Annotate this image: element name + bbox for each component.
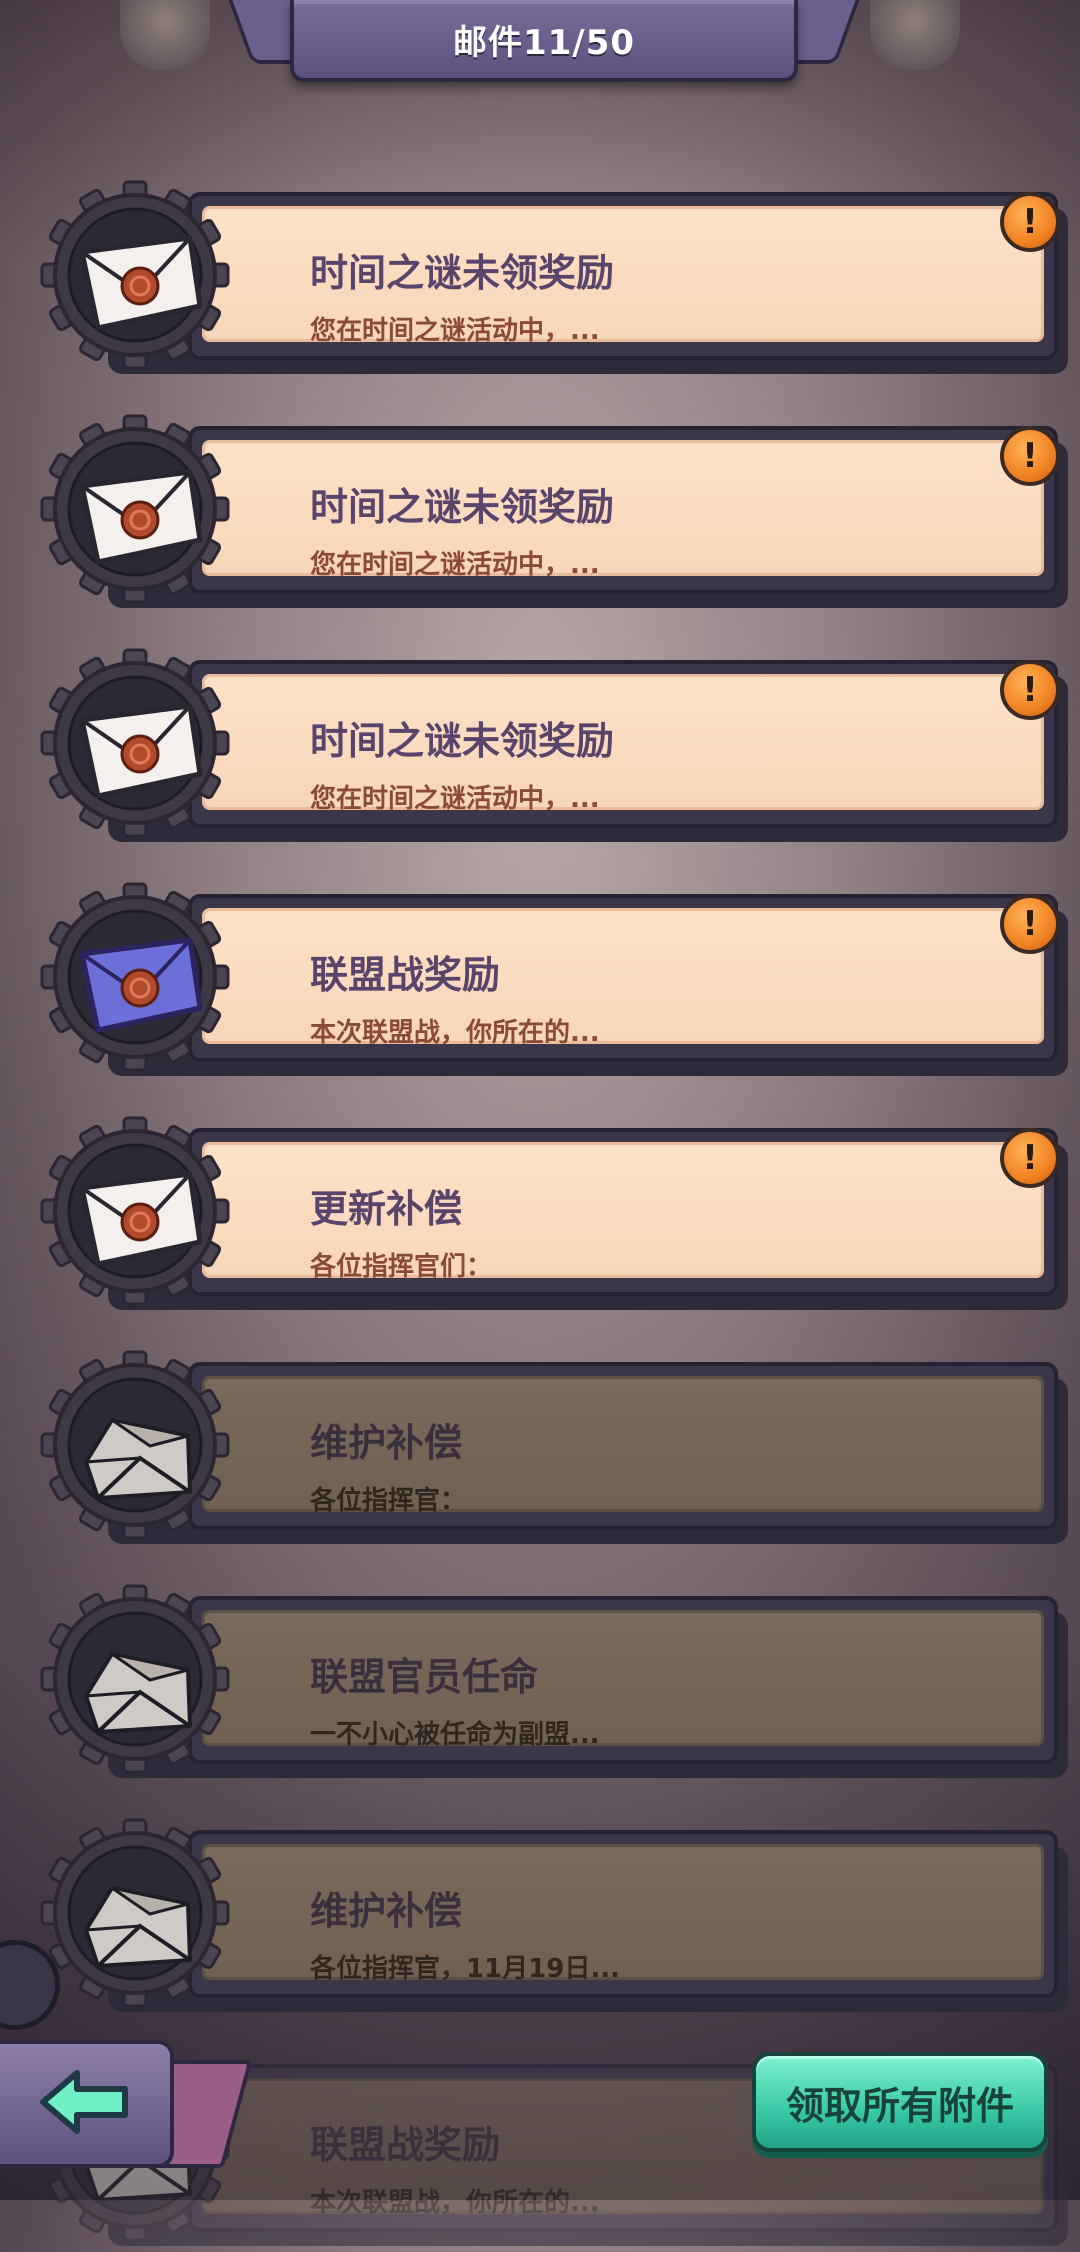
unclaimed-alert-icon: ! bbox=[1000, 192, 1060, 252]
mail-title: 联盟战奖励 bbox=[310, 2123, 501, 2167]
mail-preview: 本次联盟战，你所在的... bbox=[310, 1018, 600, 1048]
mail-title: 联盟官员任命 bbox=[310, 1655, 539, 1699]
mail-title: 时间之谜未领奖励 bbox=[310, 485, 615, 529]
mail-title: 联盟战奖励 bbox=[310, 953, 501, 997]
unclaimed-alert-icon: ! bbox=[1000, 426, 1060, 486]
mail-item[interactable]: 维护补偿 各位指挥官： bbox=[40, 1350, 1068, 1550]
mail-preview: 各位指挥官，11月19日... bbox=[310, 1954, 620, 1984]
back-button[interactable] bbox=[0, 2040, 174, 2168]
mail-preview: 本次联盟战，你所在的... bbox=[310, 2188, 600, 2218]
mail-title: 维护补偿 bbox=[310, 1889, 463, 1933]
mail-card-body: 更新补偿 各位指挥官们： bbox=[202, 1142, 1044, 1282]
mail-card-body: 时间之谜未领奖励 您在时间之谜活动中，... bbox=[202, 674, 1044, 814]
unclaimed-alert-icon: ! bbox=[1000, 660, 1060, 720]
mail-title: 更新补偿 bbox=[310, 1187, 463, 1231]
mail-card-body: 维护补偿 各位指挥官： bbox=[202, 1376, 1044, 1516]
mail-item[interactable]: 时间之谜未领奖励 您在时间之谜活动中，... ! bbox=[40, 648, 1068, 848]
page-title: 邮件11/50 bbox=[452, 22, 636, 63]
mail-item[interactable]: 联盟官员任命 一不小心被任命为副盟... bbox=[40, 1584, 1068, 1784]
claim-all-label: 领取所有附件 bbox=[785, 2083, 1014, 2128]
mail-card-body: 时间之谜未领奖励 您在时间之谜活动中，... bbox=[202, 206, 1044, 346]
mail-item[interactable]: 维护补偿 各位指挥官，11月19日... bbox=[40, 1818, 1068, 2018]
envelope-open-icon bbox=[40, 1818, 230, 2008]
mail-card: 联盟官员任命 一不小心被任命为副盟... bbox=[188, 1596, 1058, 1764]
mail-card: 时间之谜未领奖励 您在时间之谜活动中，... ! bbox=[188, 426, 1060, 594]
mail-preview: 您在时间之谜活动中，... bbox=[310, 550, 600, 580]
mail-title: 时间之谜未领奖励 bbox=[310, 251, 615, 295]
header-decoration-right bbox=[870, 0, 960, 70]
envelope-sealed-icon bbox=[40, 1116, 230, 1306]
envelope-sealed-icon bbox=[40, 414, 230, 604]
mail-title: 时间之谜未领奖励 bbox=[310, 719, 615, 763]
mail-preview: 您在时间之谜活动中，... bbox=[310, 316, 600, 346]
mail-card: 时间之谜未领奖励 您在时间之谜活动中，... ! bbox=[188, 660, 1060, 828]
mail-item[interactable]: 时间之谜未领奖励 您在时间之谜活动中，... ! bbox=[40, 180, 1068, 380]
envelope-open-icon bbox=[40, 1350, 230, 1540]
mail-item[interactable]: 更新补偿 各位指挥官们： ! bbox=[40, 1116, 1068, 1316]
envelope-sealed-icon bbox=[40, 180, 230, 370]
mail-preview: 各位指挥官： bbox=[310, 1486, 467, 1516]
mail-preview: 您在时间之谜活动中，... bbox=[310, 784, 600, 814]
mail-item[interactable]: 联盟战奖励 本次联盟战，你所在的... ! bbox=[40, 882, 1068, 1082]
mail-card: 联盟战奖励 本次联盟战，你所在的... ! bbox=[188, 894, 1060, 1062]
mail-title: 维护补偿 bbox=[310, 1421, 463, 1465]
mail-card-body: 维护补偿 各位指挥官，11月19日... bbox=[202, 1844, 1044, 1984]
envelope-sealed-icon bbox=[40, 648, 230, 838]
mail-preview: 各位指挥官们： bbox=[310, 1252, 493, 1282]
envelope-blue-sealed-icon bbox=[40, 882, 230, 1072]
mail-card-body: 时间之谜未领奖励 您在时间之谜活动中，... bbox=[202, 440, 1044, 580]
back-arrow-icon bbox=[35, 2067, 135, 2141]
header-decoration-left bbox=[120, 0, 210, 70]
unclaimed-alert-icon: ! bbox=[1000, 1128, 1060, 1188]
mail-card: 维护补偿 各位指挥官，11月19日... bbox=[188, 1830, 1058, 1998]
envelope-open-icon bbox=[40, 1584, 230, 1774]
mail-card: 更新补偿 各位指挥官们： ! bbox=[188, 1128, 1060, 1296]
mail-preview: 一不小心被任命为副盟... bbox=[310, 1720, 600, 1750]
mail-item[interactable]: 时间之谜未领奖励 您在时间之谜活动中，... ! bbox=[40, 414, 1068, 614]
claim-all-attachments-button[interactable]: 领取所有附件 bbox=[752, 2052, 1048, 2152]
header-banner: 邮件11/50 bbox=[290, 0, 798, 82]
mail-card-body: 联盟战奖励 本次联盟战，你所在的... bbox=[202, 908, 1044, 1048]
mail-card: 时间之谜未领奖励 您在时间之谜活动中，... ! bbox=[188, 192, 1060, 360]
unclaimed-alert-icon: ! bbox=[1000, 894, 1060, 954]
mail-card-body: 联盟官员任命 一不小心被任命为副盟... bbox=[202, 1610, 1044, 1750]
mail-card: 维护补偿 各位指挥官： bbox=[188, 1362, 1058, 1530]
